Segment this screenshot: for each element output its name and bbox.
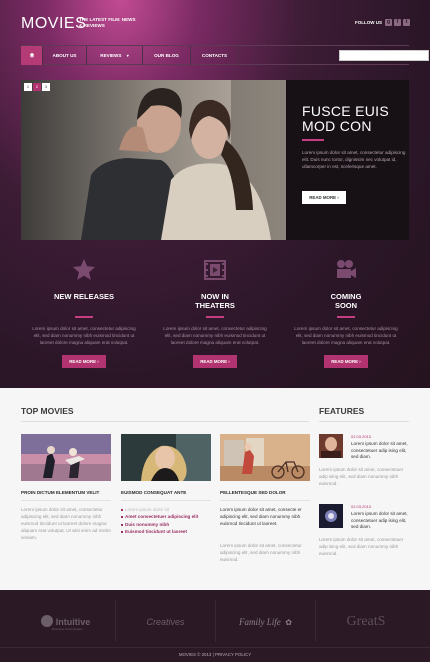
- feature-thumbnail[interactable]: [319, 504, 343, 528]
- slide-image: 1 2 3: [21, 80, 286, 240]
- movie-title[interactable]: EUISMOD CONSEQUAT ANTE: [121, 490, 231, 495]
- feature-divider: [206, 316, 224, 318]
- nav-item-label: REVIEWS: [100, 53, 122, 58]
- slide-text: Lorem ipsum dolor sit amet, consectetur …: [302, 150, 406, 169]
- google-plus-icon[interactable]: g: [385, 19, 392, 26]
- feature-date: 02.03.2013: [351, 434, 372, 439]
- slider-page-3[interactable]: 3: [42, 83, 50, 91]
- hero-slider: 1 2 3 FUSCE EUIS MOD CON Lorem ipsum dol…: [21, 80, 409, 240]
- section-divider: [319, 421, 409, 422]
- movie-image[interactable]: [220, 434, 310, 481]
- feature-divider: [337, 316, 355, 318]
- partner-name: Family Life: [239, 617, 281, 627]
- feature-title[interactable]: Lorem ipsum dolor sit amet, consectetuer…: [351, 511, 411, 531]
- slide-caption: FUSCE EUIS MOD CON Lorem ipsum dolor sit…: [286, 80, 409, 240]
- read-more-button[interactable]: READ MORE ›: [62, 355, 106, 368]
- feature-title: NOW IN THEATERS: [195, 292, 235, 310]
- nav-item-about-us[interactable]: ABOUT US: [43, 46, 87, 65]
- camera-icon: [337, 260, 356, 278]
- site-footer: Intuitive Business Technologies Creative…: [0, 590, 430, 662]
- partner-name: Creatives: [146, 617, 185, 627]
- nav-home-button[interactable]: [21, 46, 43, 65]
- partner-logo-family-life[interactable]: Family Life ✿: [216, 600, 316, 642]
- list-item[interactable]: Lorem ipsum dolor sit: [121, 506, 213, 513]
- slider-page-1[interactable]: 1: [24, 83, 32, 91]
- movie-title[interactable]: PELLENTESQUE SED DOLOR: [220, 490, 330, 495]
- nav-item-our-blog[interactable]: OUR BLOG: [143, 46, 191, 65]
- movie-text: Lorem ipsum dolor sit amet, consectetur …: [220, 543, 302, 562]
- intuitive-icon: [40, 614, 53, 627]
- site-header: MOVIES THE LATEST FILM: NEWS & REVIEWS F…: [0, 0, 430, 44]
- home-icon: [29, 52, 34, 58]
- movie-link-list: Lorem ipsum dolor sit Amet consectetuer …: [121, 506, 213, 535]
- hero-background: MOVIES THE LATEST FILM: NEWS & REVIEWS F…: [0, 0, 430, 388]
- flower-icon: ✿: [285, 618, 292, 627]
- partner-name: GreatS: [346, 614, 386, 629]
- star-icon: [73, 259, 95, 280]
- partner-name: Intuitive: [55, 617, 91, 627]
- movie-divider: [21, 500, 111, 501]
- nav-item-reviews[interactable]: REVIEWS ▾: [87, 46, 143, 65]
- list-item[interactable]: Duis nonummy nibh: [121, 521, 213, 528]
- follow-us-label: FOLLOW US: [355, 20, 382, 25]
- movie-image[interactable]: [121, 434, 211, 481]
- section-divider: [21, 421, 309, 422]
- movie-image[interactable]: [21, 434, 111, 481]
- feature-text: Lorem ipsum dolor sit amet, consectetur …: [294, 326, 398, 345]
- read-more-button[interactable]: READ MORE ›: [324, 355, 368, 368]
- list-item[interactable]: Euismod tincidunt ut laoreet: [121, 528, 213, 535]
- slide-read-more-button[interactable]: READ MORE ›: [302, 191, 346, 204]
- feature-text: Lorem ipsum dolor sit amet, consectetuer…: [319, 537, 404, 556]
- copyright[interactable]: MOVIES © 2013 | PRIVACY POLICY: [0, 647, 430, 657]
- slide-title: FUSCE EUIS MOD CON: [302, 103, 390, 134]
- site-tagline: THE LATEST FILM: NEWS & REVIEWS: [79, 17, 136, 28]
- site-logo[interactable]: MOVIES: [21, 15, 86, 33]
- feature-title: COMING SOON: [330, 292, 362, 310]
- nav-item-contacts[interactable]: CONTACTS: [191, 46, 239, 65]
- movie-text: Lorem ipsum dolor sit amet, consectetur …: [21, 507, 111, 540]
- page: MOVIES THE LATEST FILM: NEWS & REVIEWS F…: [0, 0, 430, 662]
- partner-subtitle: Business Technologies: [52, 627, 83, 631]
- feature-text: Lorem ipsum dolor sit amet, consectetur …: [163, 326, 267, 345]
- feature-text: Lorem ipsum dolor sit amet, consectetuer…: [319, 467, 404, 486]
- feature-text: Lorem ipsum dolor sit amet, consectetur …: [32, 326, 136, 345]
- feature-thumbnail[interactable]: [319, 434, 343, 458]
- chevron-down-icon: ▾: [126, 53, 129, 58]
- top-movies-heading: TOP MOVIES: [21, 406, 74, 416]
- facebook-icon[interactable]: f: [394, 19, 401, 26]
- movie-divider: [121, 500, 211, 501]
- couple-photo: [21, 80, 286, 240]
- slider-page-2[interactable]: 2: [33, 83, 41, 91]
- list-item[interactable]: Amet consectetuer adipiscing elit: [121, 513, 213, 520]
- feature-date: 02.03.2013: [351, 504, 372, 509]
- slide-divider: [302, 139, 324, 141]
- movie-divider: [220, 500, 310, 501]
- twitter-icon[interactable]: t: [403, 19, 410, 26]
- partner-logo-greats[interactable]: GreatS: [316, 600, 416, 642]
- features-heading: FEATURES: [319, 406, 365, 416]
- partner-logo-intuitive[interactable]: Intuitive Business Technologies: [16, 600, 116, 642]
- partner-logo-creatives[interactable]: Creatives: [116, 600, 216, 642]
- feature-divider: [75, 316, 93, 318]
- search-input[interactable]: [339, 50, 429, 61]
- read-more-button[interactable]: READ MORE ›: [193, 355, 237, 368]
- main-nav: ABOUT US REVIEWS ▾ OUR BLOG CONTACTS: [21, 45, 429, 65]
- film-icon: [204, 260, 226, 280]
- movie-title[interactable]: PROIN DICTUM ELEMENTUM VELIT: [21, 490, 131, 495]
- content-section: TOP MOVIES FEATURES PROIN DICTUM ELEMENT…: [0, 388, 430, 604]
- movie-lead: Lorem ipsum dolor sit amet, consecte er …: [220, 507, 302, 526]
- feature-title[interactable]: Lorem ipsum dolor sit amet, consectetuer…: [351, 441, 411, 461]
- feature-title: NEW RELEASES: [53, 292, 114, 301]
